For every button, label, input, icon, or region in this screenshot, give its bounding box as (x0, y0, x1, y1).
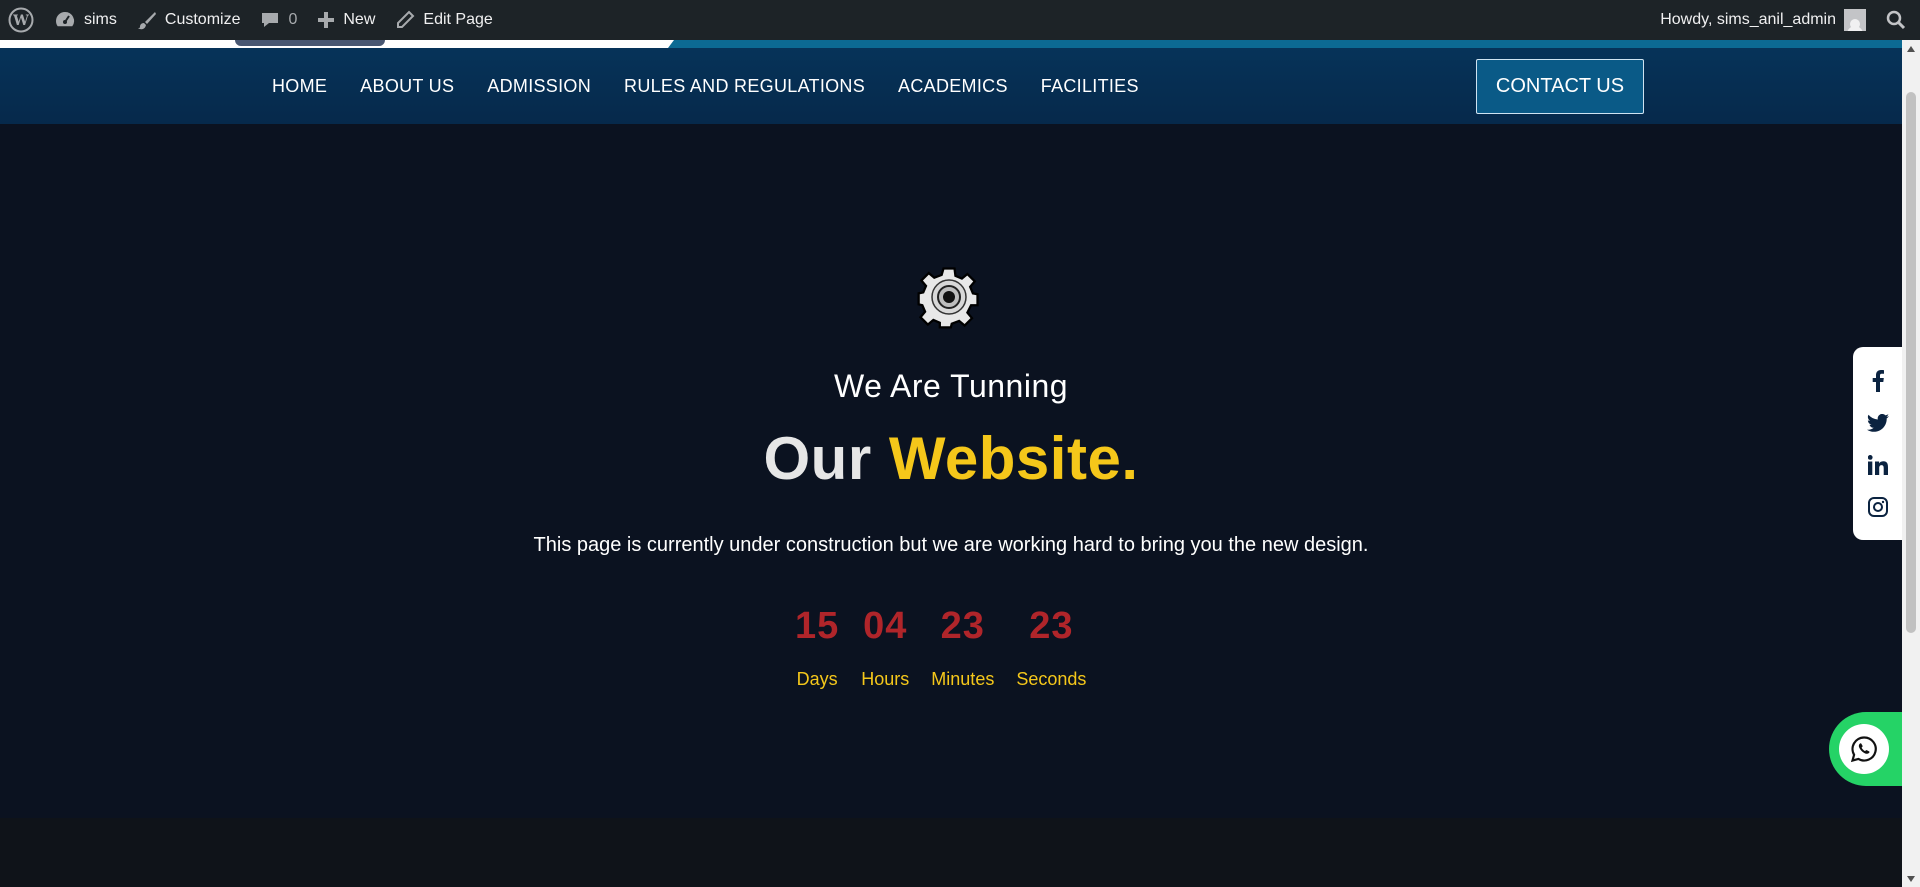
countdown-minutes-label: Minutes (931, 669, 995, 689)
countdown-seconds-value: 23 (1029, 605, 1074, 647)
brush-icon (137, 10, 157, 30)
nav-about-us[interactable]: ABOUT US (360, 76, 454, 97)
nav-academics[interactable]: ACADEMICS (898, 76, 1008, 97)
scroll-up-arrow[interactable] (1902, 40, 1920, 57)
edit-page-label: Edit Page (423, 11, 493, 28)
svg-text:W: W (12, 13, 29, 29)
gear-icon (916, 264, 982, 330)
vertical-scrollbar[interactable] (1902, 40, 1920, 887)
comments-button[interactable]: 0 (250, 0, 307, 40)
wordpress-logo-button[interactable]: W (0, 0, 44, 40)
pencil-icon (395, 10, 415, 30)
wp-admin-bar: W sims Customize 0 New Edit Page Howdy, … (0, 0, 1920, 40)
dashboard-icon (54, 10, 76, 30)
admin-search-button[interactable] (1876, 0, 1920, 40)
countdown-timer: 15 Days 04 Hours 23 Minutes 23 Seconds (795, 605, 1086, 690)
nav-facilities[interactable]: FACILITIES (1041, 76, 1139, 97)
search-icon (1886, 10, 1906, 30)
new-content-button[interactable]: New (307, 0, 385, 40)
howdy-text: Howdy, sims_anil_admin (1660, 11, 1836, 28)
edit-page-button[interactable]: Edit Page (385, 0, 502, 40)
scrollbar-thumb[interactable] (1906, 92, 1916, 633)
comment-icon (260, 10, 280, 30)
nav-rules-and-regulations[interactable]: RULES AND REGULATIONS (624, 76, 865, 97)
linkedin-icon[interactable] (1867, 454, 1889, 476)
hero-title-part1: Our (763, 425, 872, 492)
countdown-seconds: 23 Seconds (1016, 605, 1086, 690)
site-name-button[interactable]: sims (44, 0, 127, 40)
page-footer-area (0, 818, 1902, 887)
countdown-days: 15 Days (795, 605, 839, 690)
nav-home[interactable]: HOME (272, 76, 327, 97)
nav-admission[interactable]: ADMISSION (487, 76, 591, 97)
my-account-button[interactable]: Howdy, sims_anil_admin (1650, 0, 1876, 40)
customize-button[interactable]: Customize (127, 0, 251, 40)
comments-count: 0 (288, 11, 298, 28)
main-menu: HOME ABOUT US ADMISSION RULES AND REGULA… (272, 48, 1139, 124)
countdown-hours: 04 Hours (861, 605, 909, 690)
plus-icon (317, 11, 335, 29)
countdown-seconds-label: Seconds (1016, 669, 1087, 689)
countdown-hours-value: 04 (863, 605, 908, 647)
countdown-days-value: 15 (795, 605, 840, 647)
countdown-minutes-value: 23 (940, 605, 985, 647)
contact-us-button[interactable]: CONTACT US (1476, 59, 1644, 114)
instagram-icon[interactable] (1867, 496, 1889, 518)
facebook-icon[interactable] (1867, 369, 1889, 392)
scroll-down-arrow[interactable] (1902, 870, 1920, 887)
hero-subtitle: We Are Tunning (833, 368, 1069, 404)
header-top-strip (0, 40, 1902, 48)
site-name: sims (84, 11, 117, 28)
customize-label: Customize (164, 11, 241, 28)
hero-title-part2: Website. (888, 425, 1139, 492)
twitter-icon[interactable] (1866, 412, 1889, 434)
header-accent-band (668, 40, 1902, 48)
countdown-hours-label: Hours (861, 669, 910, 689)
site-logo[interactable] (235, 40, 385, 46)
whatsapp-button[interactable] (1829, 712, 1902, 786)
avatar (1844, 9, 1866, 31)
social-sidebar (1853, 347, 1902, 540)
hero-title: Our Website. (0, 424, 1902, 493)
hero-description: This page is currently under constructio… (533, 534, 1369, 556)
new-label: New (343, 11, 376, 28)
wordpress-icon: W (8, 7, 34, 33)
countdown-days-label: Days (796, 669, 838, 689)
whatsapp-icon (1839, 724, 1889, 774)
countdown-minutes: 23 Minutes (931, 605, 994, 690)
main-navbar: HOME ABOUT US ADMISSION RULES AND REGULA… (0, 48, 1902, 124)
